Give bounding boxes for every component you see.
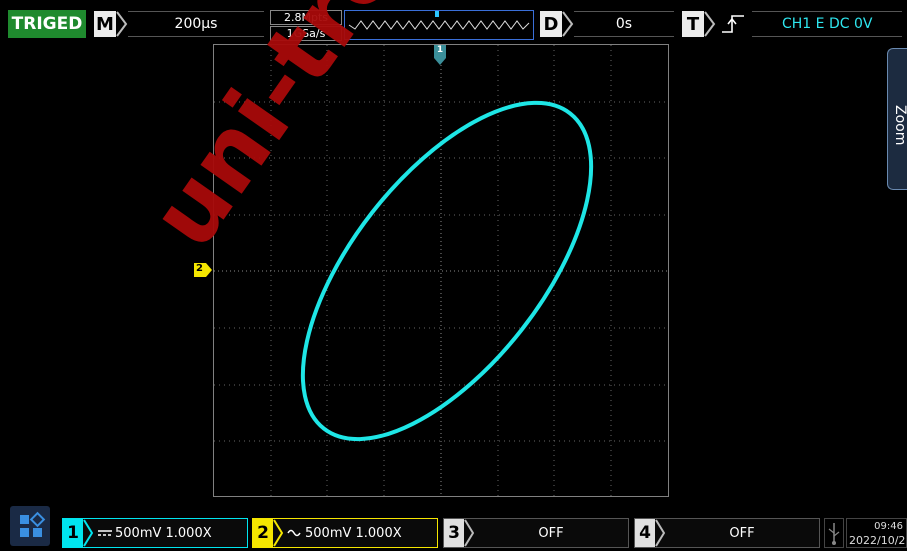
chevron-right-icon	[655, 519, 665, 547]
channel-1-button[interactable]: 1 500mV 1.000X	[62, 518, 248, 548]
channel-4-number: 4	[635, 519, 655, 547]
channel-3-button[interactable]: 3 OFF	[443, 518, 629, 548]
zoom-tab[interactable]: Zoom	[887, 48, 907, 190]
trigger-summary[interactable]: CH1 E DC 0V	[752, 11, 902, 37]
chevron-right-icon	[116, 11, 128, 37]
ac-coupling-icon	[287, 529, 301, 537]
channel-4-button[interactable]: 4 OFF	[634, 518, 820, 548]
dc-coupling-icon	[98, 530, 112, 536]
channel-2-scale: 500mV 1.000X	[305, 525, 402, 541]
clock-date: 2022/10/2	[849, 534, 906, 547]
chevron-right-icon	[83, 519, 93, 547]
channel-2-button[interactable]: 2 500mV 1.000X	[252, 518, 438, 548]
clock: 09:46 2022/10/2	[846, 518, 907, 548]
delay-menu-button[interactable]: D	[540, 11, 562, 37]
chevron-right-icon	[704, 11, 716, 37]
channel-1-number: 1	[63, 519, 83, 547]
channel-2-number: 2	[253, 519, 273, 547]
zoom-tab-label: Zoom	[892, 105, 907, 146]
chevron-right-icon	[464, 519, 474, 547]
usb-status	[824, 518, 844, 548]
timebase-value[interactable]: 200µs	[128, 11, 264, 37]
channel-1-scale: 500mV 1.000X	[115, 525, 212, 541]
usb-icon	[828, 523, 840, 545]
chevron-right-icon	[273, 519, 283, 547]
app-menu-button[interactable]	[10, 506, 50, 546]
ch2-marker-label: 2	[196, 263, 203, 274]
channel-4-status: OFF	[729, 525, 755, 541]
timebase-menu-button[interactable]: M	[94, 11, 116, 37]
ch1-marker-label: 1	[436, 45, 444, 55]
rising-edge-icon	[722, 15, 744, 33]
delay-value[interactable]: 0s	[574, 11, 674, 37]
chevron-right-icon	[562, 11, 574, 37]
apps-grid-icon	[20, 511, 46, 537]
channel-3-number: 3	[444, 519, 464, 547]
trigger-menu-button[interactable]: T	[682, 11, 704, 37]
trigger-status-badge: TRIGED	[8, 10, 86, 38]
channel-3-status: OFF	[538, 525, 564, 541]
clock-time: 09:46	[874, 521, 903, 532]
